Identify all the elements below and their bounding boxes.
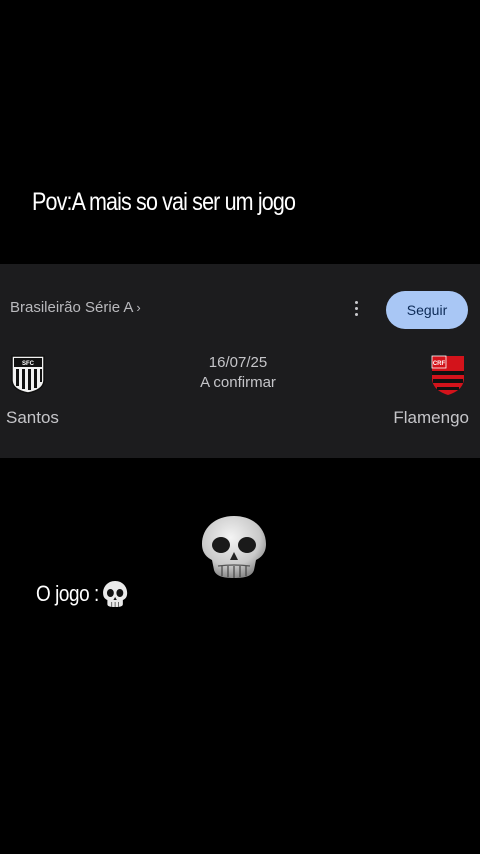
match-card[interactable]: Brasileirão Série A › Seguir SFC CRF 16/0…: [0, 264, 480, 458]
match-status: A confirmar: [200, 374, 276, 391]
more-options-button[interactable]: [348, 296, 364, 320]
skull-icon: [103, 581, 128, 607]
league-name: Brasileirão Série A: [10, 299, 134, 316]
match-date: 16/07/25: [208, 354, 268, 371]
more-vert-icon-dot: [354, 306, 358, 310]
skull-image: [202, 516, 266, 578]
more-vert-icon-dot: [354, 312, 358, 316]
top-caption: Pov:A mais so vai ser um jogo: [32, 188, 296, 216]
chevron-right-icon: ›: [136, 300, 141, 315]
home-team-name[interactable]: Santos: [6, 408, 59, 428]
away-team-name[interactable]: Flamengo: [393, 408, 469, 428]
follow-button[interactable]: Seguir: [386, 291, 468, 329]
bottom-caption: O jogo :: [36, 580, 128, 608]
league-link[interactable]: Brasileirão Série A ›: [10, 299, 141, 316]
more-vert-icon: [354, 300, 358, 304]
bottom-caption-text: O jogo :: [36, 581, 99, 606]
